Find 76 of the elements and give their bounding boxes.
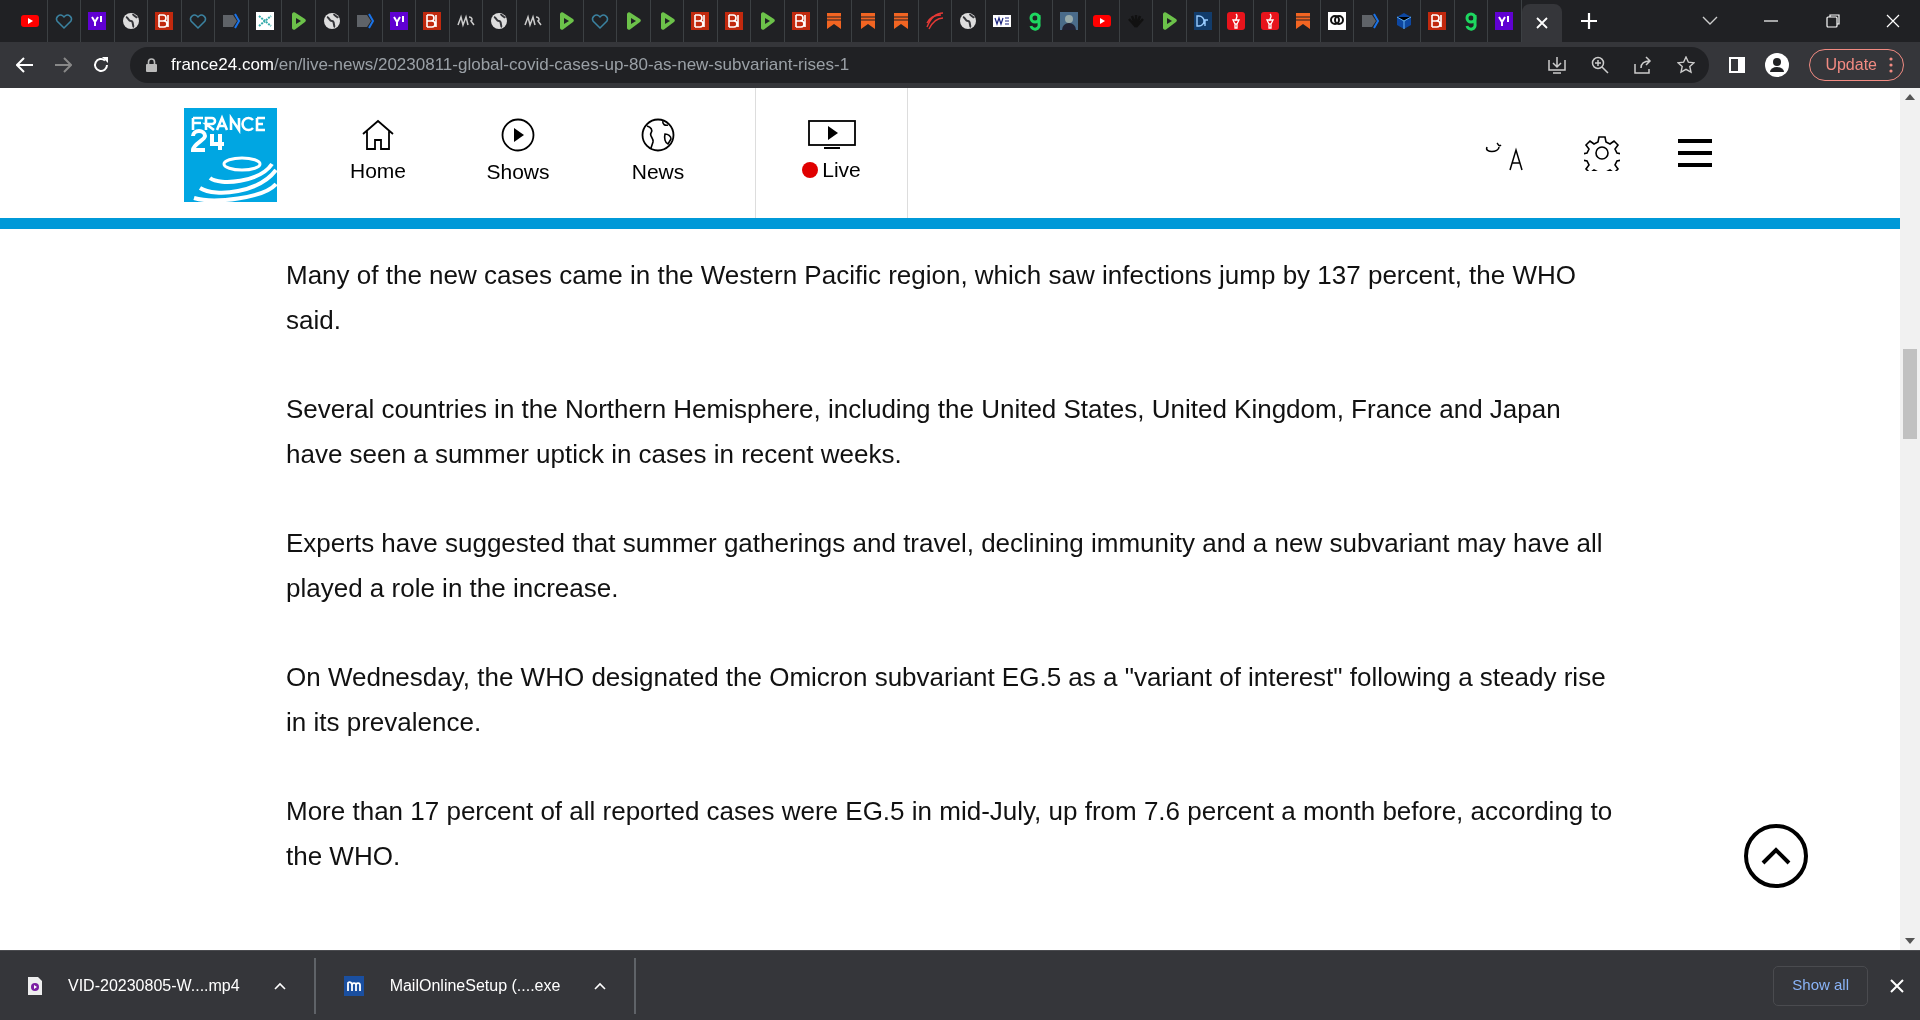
share-icon[interactable] bbox=[1633, 56, 1654, 74]
spiral-icon[interactable] bbox=[924, 11, 945, 31]
article-paragraph: Many of the new cases came in the Western Pacific region, which saw infections jump by 137 percent, the WHO said. bbox=[286, 259, 1577, 337]
chevron-up-icon[interactable] bbox=[594, 981, 607, 990]
globe-icon[interactable] bbox=[321, 11, 342, 31]
reload-icon[interactable] bbox=[92, 56, 110, 74]
article-paragraph: More than 17 percent of all reported cases were EG.5 in mid-July, up from 7.6 percent a month before, according to the WHO. bbox=[286, 795, 1614, 873]
chevron-down-icon[interactable] bbox=[1702, 16, 1718, 26]
play-circle-icon bbox=[501, 118, 535, 153]
globe-icon[interactable] bbox=[958, 11, 979, 31]
app-file-icon bbox=[343, 975, 364, 996]
video-file-icon bbox=[28, 976, 42, 995]
article-paragraph: Several countries in the Northern Hemisphere, including the United States, United Kingdom, France and Japan have seen a summer uptick in cases in recent weeks. bbox=[286, 393, 1562, 471]
avatar-icon[interactable] bbox=[1058, 11, 1079, 31]
yahoo-logo-icon[interactable] bbox=[388, 11, 409, 31]
scroll-to-top-button[interactable] bbox=[1744, 824, 1808, 888]
chevron-up-icon[interactable] bbox=[273, 981, 286, 990]
site-logo[interactable] bbox=[184, 108, 277, 202]
show-all-button[interactable]: Show all bbox=[1773, 965, 1868, 1006]
bi-logo-icon[interactable] bbox=[422, 11, 443, 31]
tv-play-icon bbox=[807, 120, 856, 151]
bi-logo-icon[interactable] bbox=[154, 11, 175, 31]
article-paragraph: On Wednesday, the WHO designated the Omicron subvariant EG.5 as a "variant of interest" following a steady rise in its prevalence. bbox=[286, 661, 1607, 739]
chevron-tag-icon[interactable] bbox=[355, 11, 376, 31]
emblem-icon[interactable] bbox=[1326, 11, 1347, 31]
plus-icon[interactable] bbox=[1579, 12, 1598, 30]
globe-icon[interactable] bbox=[120, 11, 141, 31]
house-icon bbox=[361, 119, 395, 152]
globe-icon bbox=[641, 118, 675, 153]
scrollbar[interactable] bbox=[1900, 88, 1920, 950]
scrollbar-thumb[interactable] bbox=[1903, 349, 1917, 439]
torch-icon[interactable] bbox=[1226, 11, 1247, 31]
scroll-up-icon[interactable] bbox=[1905, 94, 1915, 100]
nav-link[interactable]: News bbox=[588, 88, 728, 218]
bi-logo-icon[interactable] bbox=[690, 11, 711, 31]
side-panel-icon[interactable] bbox=[1729, 57, 1746, 73]
download-item[interactable]: MailOnlineSetup (....exe bbox=[315, 957, 637, 1014]
close-icon[interactable] bbox=[1886, 14, 1900, 28]
url-text: france24.com/en/live-news/20230811-global-covid-cases-up-80-as-new-subvariant-rises-1 bbox=[171, 54, 850, 77]
restore-icon[interactable] bbox=[1826, 14, 1840, 28]
close-icon[interactable] bbox=[1534, 16, 1549, 30]
profile-icon[interactable] bbox=[1765, 53, 1790, 77]
install-icon[interactable] bbox=[1547, 56, 1568, 74]
download-filename: VID-20230805-W....mp4 bbox=[68, 975, 240, 996]
star-icon[interactable] bbox=[1677, 56, 1696, 74]
yahoo-logo-icon[interactable] bbox=[87, 11, 108, 31]
chevron-tag-icon[interactable] bbox=[1360, 11, 1381, 31]
grid-icon[interactable] bbox=[254, 11, 275, 31]
heart-icon[interactable] bbox=[589, 11, 610, 31]
nav-link[interactable]: Shows bbox=[448, 88, 588, 218]
bi-logo-icon[interactable] bbox=[790, 11, 811, 31]
yahoo-logo-icon[interactable] bbox=[1494, 11, 1515, 31]
close-icon[interactable] bbox=[1890, 978, 1904, 993]
zoom-in-icon[interactable] bbox=[1591, 56, 1610, 74]
active-tab[interactable] bbox=[1521, 4, 1562, 42]
settings-icon[interactable] bbox=[1584, 135, 1620, 171]
dr-logo-icon[interactable] bbox=[1192, 11, 1213, 31]
lock-icon bbox=[146, 58, 157, 72]
heart-icon[interactable] bbox=[187, 11, 208, 31]
globe-icon[interactable] bbox=[489, 11, 510, 31]
chevron-tag-icon[interactable] bbox=[221, 11, 242, 31]
scroll-down-icon[interactable] bbox=[1905, 938, 1915, 944]
download-item[interactable]: VID-20230805-W....mp4 bbox=[0, 957, 316, 1014]
bi-logo-icon[interactable] bbox=[723, 11, 744, 31]
article-paragraph: Experts have suggested that summer gatherings and travel, declining immunity and a new subvariant may have all played a role in the increase. bbox=[286, 527, 1604, 605]
download-filename: MailOnlineSetup (....exe bbox=[389, 975, 561, 996]
menu-icon[interactable] bbox=[1678, 139, 1712, 167]
nav-link[interactable]: Home bbox=[308, 88, 448, 218]
back-arrow-icon[interactable] bbox=[16, 57, 34, 73]
forward-arrow-icon[interactable] bbox=[54, 57, 72, 73]
bi-logo-icon[interactable] bbox=[1427, 11, 1448, 31]
heart-icon[interactable] bbox=[53, 11, 74, 31]
torch-icon[interactable] bbox=[1259, 11, 1280, 31]
address-field[interactable]: france24.com/en/live-news/20230811-global-covid-cases-up-80-as-new-subvariant-rises-1 bbox=[130, 47, 1710, 83]
kebab-menu-icon bbox=[1889, 57, 1893, 73]
chevron-up-icon bbox=[1761, 847, 1791, 865]
